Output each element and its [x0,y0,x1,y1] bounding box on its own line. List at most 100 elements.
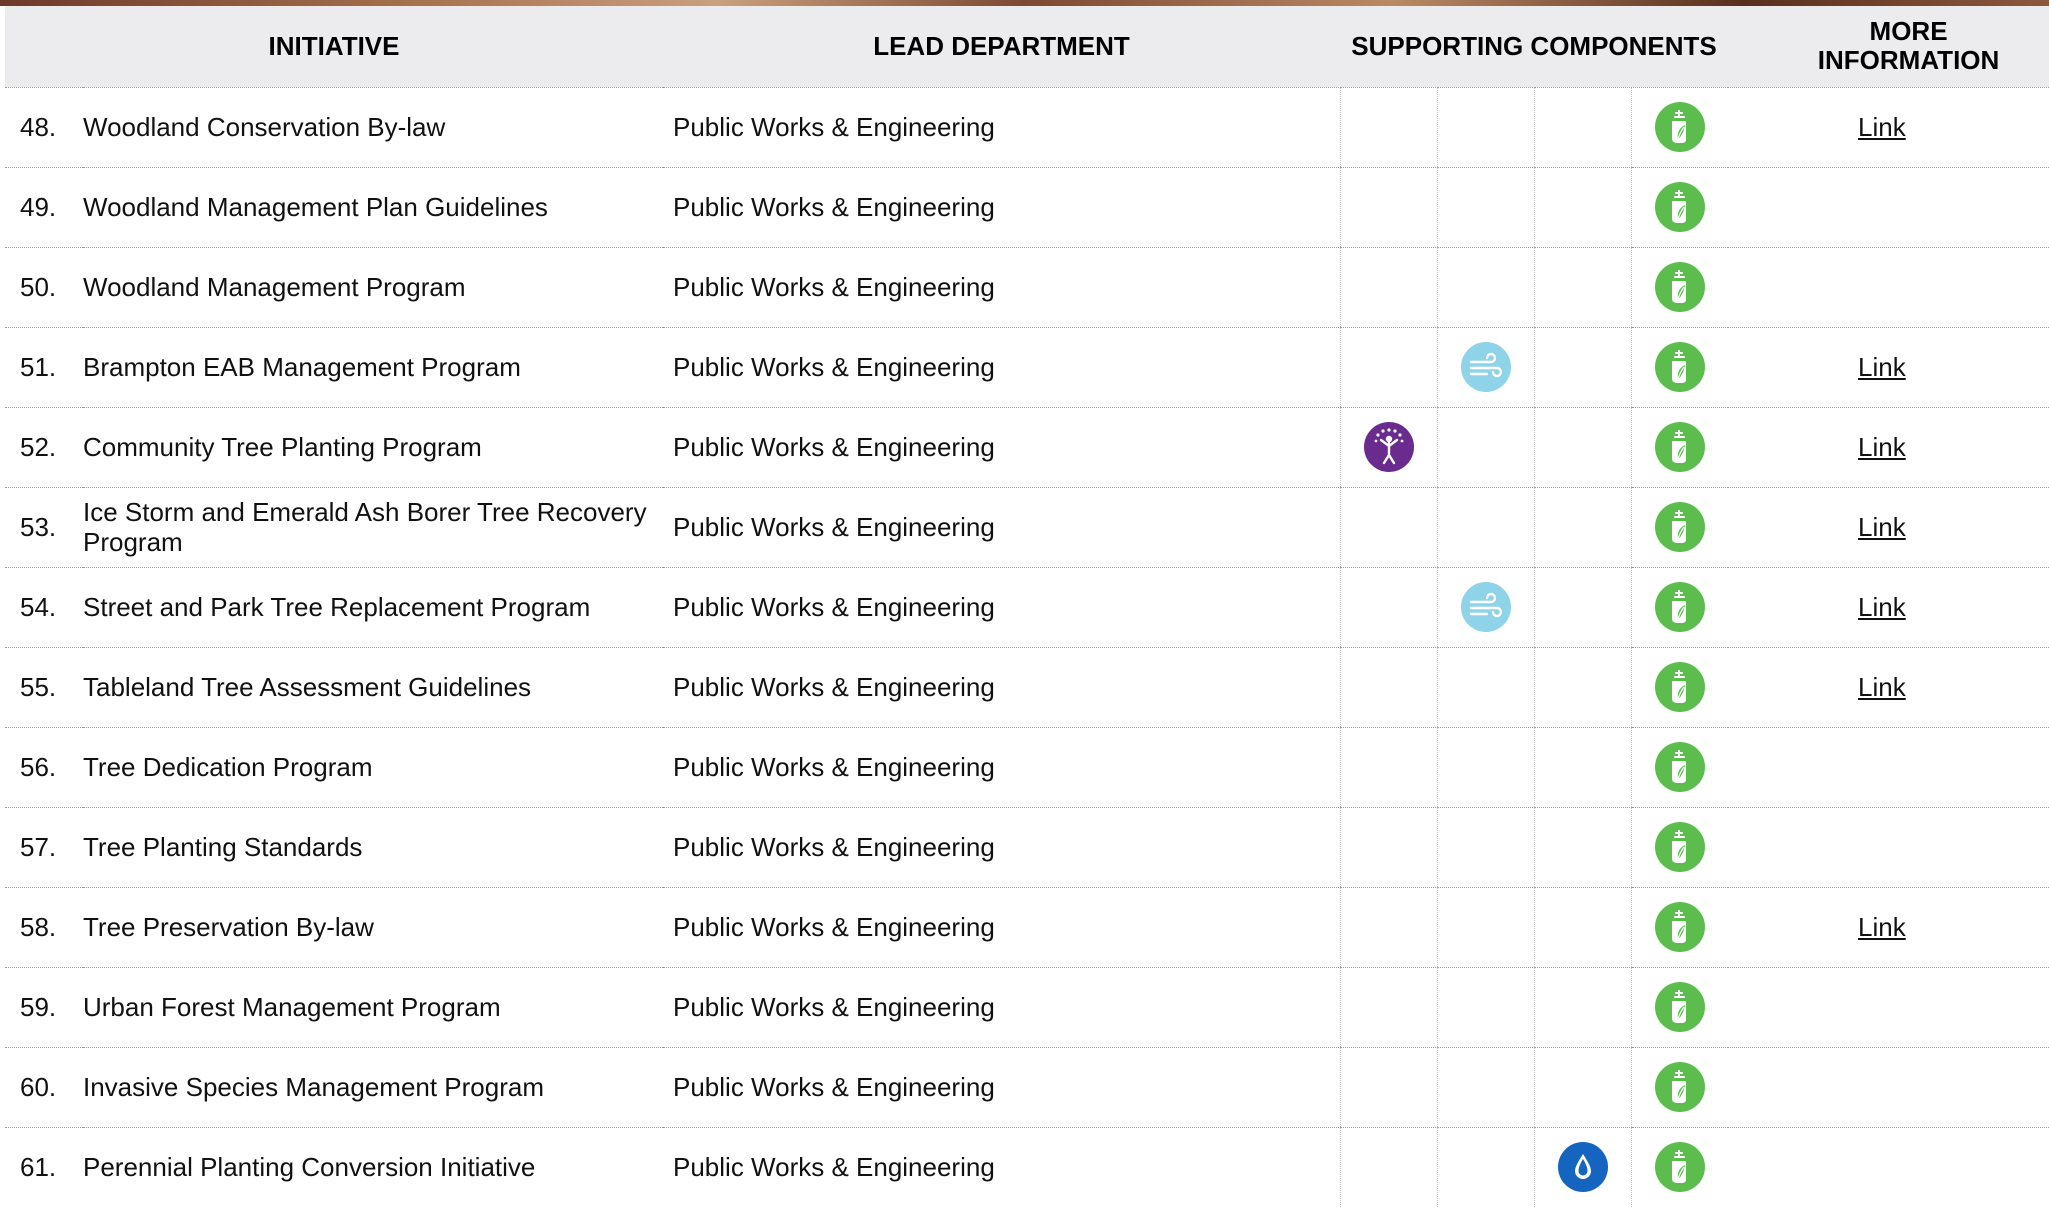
row-number: 59. [5,967,83,1048]
table-row: 52. Community Tree Planting Program Publ… [5,407,2049,488]
community-cell [1339,727,1437,808]
initiative-name: Brampton EAB Management Program [83,327,663,408]
community-cell [1339,567,1437,648]
forest-cell [1630,727,1729,808]
community-cell [1339,967,1437,1048]
water-cell [1533,887,1631,968]
initiative-name: Tree Preservation By-law [83,887,663,968]
forest-cell [1630,967,1729,1048]
table-row: 51. Brampton EAB Management Program Publ… [5,327,2049,408]
lead-department: Public Works & Engineering [673,1151,995,1182]
urban-forest-icon [1654,742,1705,792]
water-cell [1533,567,1631,648]
initiative-name: Woodland Management Plan Guidelines [83,167,663,248]
water-cell [1533,487,1631,568]
table-row: 61. Perennial Planting Conversion Initia… [5,1127,2049,1207]
table-row: 53. Ice Storm and Emerald Ash Borer Tree… [5,487,2049,568]
air-cell [1436,407,1534,488]
water-cell [1533,167,1631,248]
water-cell [1533,967,1631,1048]
table-row: 48. Woodland Conservation By-law Public … [5,87,2049,168]
water-icon [1557,1142,1608,1193]
air-cell [1436,167,1534,248]
row-number: 50. [5,247,83,328]
lead-department: Public Works & Engineering [663,1047,1340,1128]
lead-department: Public Works & Engineering [663,647,1340,728]
forest-cell [1630,807,1729,888]
more-information-cell: Link [1728,487,2049,568]
urban-forest-icon [1654,982,1705,1032]
air-icon [1460,342,1511,392]
urban-forest-icon [1654,102,1705,152]
row-number: 60. [5,1047,83,1128]
table-row: 60. Invasive Species Management Program … [5,1047,2049,1128]
initiative-name: Urban Forest Management Program [83,967,663,1048]
more-information-cell [1728,167,2049,248]
more-information-cell [1728,1047,2049,1128]
forest-cell [1630,647,1729,728]
row-number: 57. [5,807,83,888]
forest-cell [1630,1047,1729,1128]
row-number: 51. [5,327,83,408]
more-information-link[interactable]: Link [1858,112,1906,143]
row-number: 58. [5,887,83,968]
more-information-line2: INFORMATION [1817,45,2000,76]
urban-forest-icon [1654,902,1705,952]
table-row: 57. Tree Planting Standards Public Works… [5,807,2049,888]
more-information-link[interactable]: Link [1858,912,1906,943]
table-row: 55. Tableland Tree Assessment Guidelines… [5,647,2049,728]
more-information-cell: Link [1728,647,2049,728]
initiative-name: Ice Storm and Emerald Ash Borer Tree Rec… [83,487,663,568]
row-number: 52. [5,407,83,488]
community-cell [1339,887,1437,968]
lead-department: Public Works & Engineering [663,967,1340,1048]
community-cell [1339,167,1437,248]
more-information-cell [1728,967,2049,1048]
community-cell [1339,407,1437,488]
row-number: 49. [5,167,83,248]
lead-department: Public Works & Engineering [663,407,1340,488]
initiative-column-header: INITIATIVE [5,6,663,88]
more-information-cell [1728,807,2049,888]
urban-forest-icon [1654,582,1705,632]
water-cell [1533,1047,1631,1128]
community-cell [1339,647,1437,728]
table-row: 50. Woodland Management Program Public W… [5,247,2049,328]
more-information-line1: MORE [1869,16,1948,47]
initiative-name: Tree Dedication Program [83,727,663,808]
urban-forest-icon [1654,662,1705,712]
forest-cell [1630,567,1729,648]
air-cell [1436,327,1534,408]
row-number: 61. [20,1151,57,1182]
air-cell [1436,1127,1534,1207]
initiative-name: Invasive Species Management Program [83,1047,663,1128]
forest-cell [1630,167,1729,248]
more-information-link[interactable]: Link [1858,512,1906,543]
forest-cell [1630,407,1729,488]
forest-cell [1630,487,1729,568]
more-information-link[interactable]: Link [1858,352,1906,383]
initiative-name: Woodland Management Program [83,247,663,328]
air-cell [1436,247,1534,328]
air-cell [1436,647,1534,728]
initiative-name: Perennial Planting Conversion Initiative [83,1152,536,1183]
urban-forest-icon [1654,1142,1705,1193]
lead-department: Public Works & Engineering [663,887,1340,968]
lead-department: Public Works & Engineering [663,487,1340,568]
forest-cell [1630,1127,1729,1207]
water-cell [1533,807,1631,888]
lead-department: Public Works & Engineering [663,87,1340,168]
urban-forest-icon [1654,342,1705,392]
urban-forest-icon [1654,182,1705,232]
more-information-link[interactable]: Link [1858,672,1906,703]
water-cell [1533,87,1631,168]
more-information-link[interactable]: Link [1858,432,1906,463]
more-information-cell [1728,247,2049,328]
more-information-cell: Link [1728,567,2049,648]
forest-cell [1630,87,1729,168]
air-cell [1436,487,1534,568]
more-information-link[interactable]: Link [1858,592,1906,623]
initiative-name: Community Tree Planting Program [83,407,663,488]
water-cell [1533,727,1631,808]
table-row: 56. Tree Dedication Program Public Works… [5,727,2049,808]
